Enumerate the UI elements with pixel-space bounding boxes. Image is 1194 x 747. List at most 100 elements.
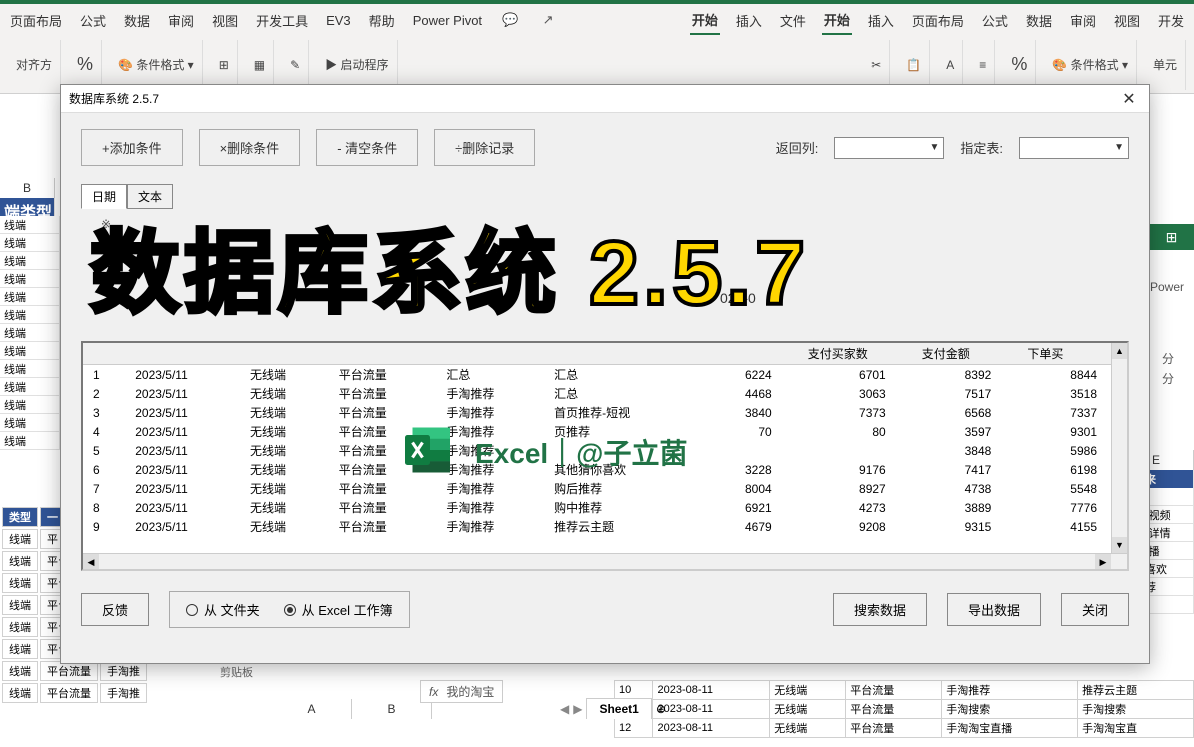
bg-cell: 线端 — [0, 270, 60, 288]
cond-format-btn[interactable]: 🎨 条件格式 ▾ — [118, 56, 194, 73]
tab-review[interactable]: 审阅 — [166, 7, 196, 34]
tab-help[interactable]: 帮助 — [367, 7, 397, 34]
fen-label2: 分 — [1162, 370, 1174, 387]
tab-view[interactable]: 视图 — [210, 7, 240, 34]
tab-layout[interactable]: 页面布局 — [8, 7, 64, 34]
tab-insert[interactable]: 插入 — [734, 7, 764, 34]
tab-home2[interactable]: 开始 — [822, 6, 852, 35]
nav-next-icon[interactable]: ▶ — [573, 702, 582, 716]
tab-dev[interactable]: 开发工具 — [254, 7, 310, 34]
bg-c: 线端 — [2, 617, 38, 637]
clear-condition-button[interactable]: - 清空条件 — [316, 129, 418, 166]
tab-insert2[interactable]: 插入 — [866, 7, 896, 34]
dialog-title: 数据库系统 2.5.7 — [69, 90, 159, 107]
cell-icon[interactable]: ▦ — [254, 58, 265, 72]
from-excel-radio[interactable]: 从 Excel 工作簿 — [284, 600, 393, 619]
overlay-title: 数据库系统 2.5.7 — [90, 200, 809, 330]
from-folder-radio[interactable]: 从 文件夹 — [186, 600, 260, 619]
nav-prev-icon[interactable]: ◀ — [560, 702, 569, 716]
paste-icon[interactable]: 📋 — [906, 58, 921, 72]
tab-view2[interactable]: 视图 — [1112, 7, 1142, 34]
table-row[interactable]: 22023/5/11无线端平台流量手淘推荐汇总4468306375173518 — [83, 384, 1127, 403]
return-col-combo[interactable] — [834, 137, 944, 159]
tab-formula2[interactable]: 公式 — [980, 7, 1010, 34]
bg-h: 类型 — [2, 507, 38, 527]
bg-cell: 线端 — [0, 252, 60, 270]
target-table-label: 指定表: — [960, 138, 1003, 157]
target-table-combo[interactable] — [1019, 137, 1129, 159]
feedback-button[interactable]: 反馈 — [81, 593, 149, 626]
bg-c: 线端 — [2, 683, 38, 703]
tab-file[interactable]: 文件 — [778, 7, 808, 34]
fen-label: 分 — [1162, 350, 1174, 367]
bg-c: 线端 — [2, 573, 38, 593]
cell-label: 单元 — [1153, 56, 1177, 73]
dialog-titlebar: 数据库系统 2.5.7 ✕ — [61, 85, 1149, 113]
comment-icon[interactable]: 💬 — [498, 8, 522, 32]
tab-ev3[interactable]: EV3 — [324, 9, 353, 32]
add-sheet-icon[interactable]: ⊕ — [656, 702, 666, 716]
bg-cell: 线端 — [0, 342, 60, 360]
bg-c: 线端 — [2, 639, 38, 659]
vertical-scrollbar[interactable] — [1111, 343, 1127, 553]
col-a[interactable]: A — [272, 699, 352, 719]
bg-cell: 线端 — [0, 414, 60, 432]
bg-c: 线端 — [2, 661, 38, 681]
formula-value: 我的淘宝 — [446, 683, 494, 700]
fx-icon[interactable]: fx — [429, 685, 438, 699]
table-row[interactable]: 12023/5/11无线端平台流量汇总汇总6224670183928844 — [83, 365, 1127, 385]
bg-row: 122023-08-11无线端平台流量手淘淘宝直播手淘淘宝直 — [615, 719, 1194, 738]
horizontal-scrollbar[interactable] — [83, 553, 1127, 569]
search-button[interactable]: 搜索数据 — [833, 593, 927, 626]
font-icon[interactable]: A — [946, 58, 954, 72]
database-dialog: 数据库系统 2.5.7 ✕ +添加条件 ×删除条件 - 清空条件 ÷删除记录 返… — [60, 84, 1150, 664]
percent-icon2[interactable]: % — [1011, 54, 1027, 75]
tab-data2[interactable]: 数据 — [1024, 7, 1054, 34]
bg-header: 端类型 — [0, 198, 55, 216]
delete-condition-button[interactable]: ×删除条件 — [199, 129, 301, 166]
tab-powerpivot[interactable]: Power Pivot — [411, 9, 484, 32]
bg-cell: 线端 — [0, 306, 60, 324]
percent-icon[interactable]: % — [77, 54, 93, 75]
excel-logo-icon — [400, 420, 460, 480]
sheet-tab[interactable]: Sheet1 — [586, 698, 651, 719]
bg-cell: 线端 — [0, 288, 60, 306]
tab-formula[interactable]: 公式 — [78, 7, 108, 34]
ribbon-collapse-icon[interactable]: ⊞ — [1149, 224, 1194, 250]
return-col-label: 返回列: — [776, 138, 819, 157]
tab-layout2[interactable]: 页面布局 — [910, 7, 966, 34]
bg-c: 线端 — [2, 551, 38, 571]
export-button[interactable]: 导出数据 — [947, 593, 1041, 626]
launch-btn[interactable]: ▶ 启动程序 — [325, 56, 388, 73]
tab-home[interactable]: 开始 — [690, 6, 720, 35]
cond-format2[interactable]: 🎨 条件格式 ▾ — [1052, 56, 1128, 73]
col-b-header[interactable]: B — [0, 178, 55, 198]
bg-cell: 线端 — [0, 360, 60, 378]
close-button[interactable]: 关闭 — [1061, 593, 1129, 626]
table-row[interactable]: 72023/5/11无线端平台流量手淘推荐购后推荐800489274738554… — [83, 479, 1127, 498]
bg-c: 线端 — [2, 529, 38, 549]
bg-cell: 线端 — [0, 216, 60, 234]
add-condition-button[interactable]: +添加条件 — [81, 129, 183, 166]
table-row[interactable]: 32023/5/11无线端平台流量手淘推荐首页推荐-短视384073736568… — [83, 403, 1127, 422]
edit-icon[interactable]: ✎ — [290, 58, 300, 72]
bg-c: 线端 — [2, 595, 38, 615]
align-label: 对齐方 — [16, 56, 52, 73]
clipboard-label: 剪贴板 — [220, 664, 253, 680]
align-icon[interactable]: ≡ — [979, 58, 986, 72]
delete-record-button[interactable]: ÷删除记录 — [434, 129, 535, 166]
tab-dev2[interactable]: 开发 — [1156, 7, 1186, 34]
cut-icon[interactable]: ✂ — [871, 58, 881, 72]
close-icon[interactable]: ✕ — [1117, 87, 1141, 111]
bg-cell: 线端 — [0, 324, 60, 342]
bg-cell: 线端 — [0, 432, 60, 450]
overlay-subtitle: Excel｜@子立菌 — [475, 432, 687, 472]
share-icon[interactable]: ↗ — [536, 8, 560, 32]
tab-review2[interactable]: 审阅 — [1068, 7, 1098, 34]
table-row[interactable]: 82023/5/11无线端平台流量手淘推荐购中推荐692142733889777… — [83, 498, 1127, 517]
table-icon[interactable]: ⊞ — [219, 58, 229, 72]
table-row[interactable]: 92023/5/11无线端平台流量手淘推荐推荐云主题46799208931541… — [83, 517, 1127, 536]
bg-row: 112023-08-11无线端平台流量手淘搜索手淘搜索 — [615, 700, 1194, 719]
tab-data[interactable]: 数据 — [122, 7, 152, 34]
formula-bar[interactable]: fx 我的淘宝 — [420, 680, 503, 703]
